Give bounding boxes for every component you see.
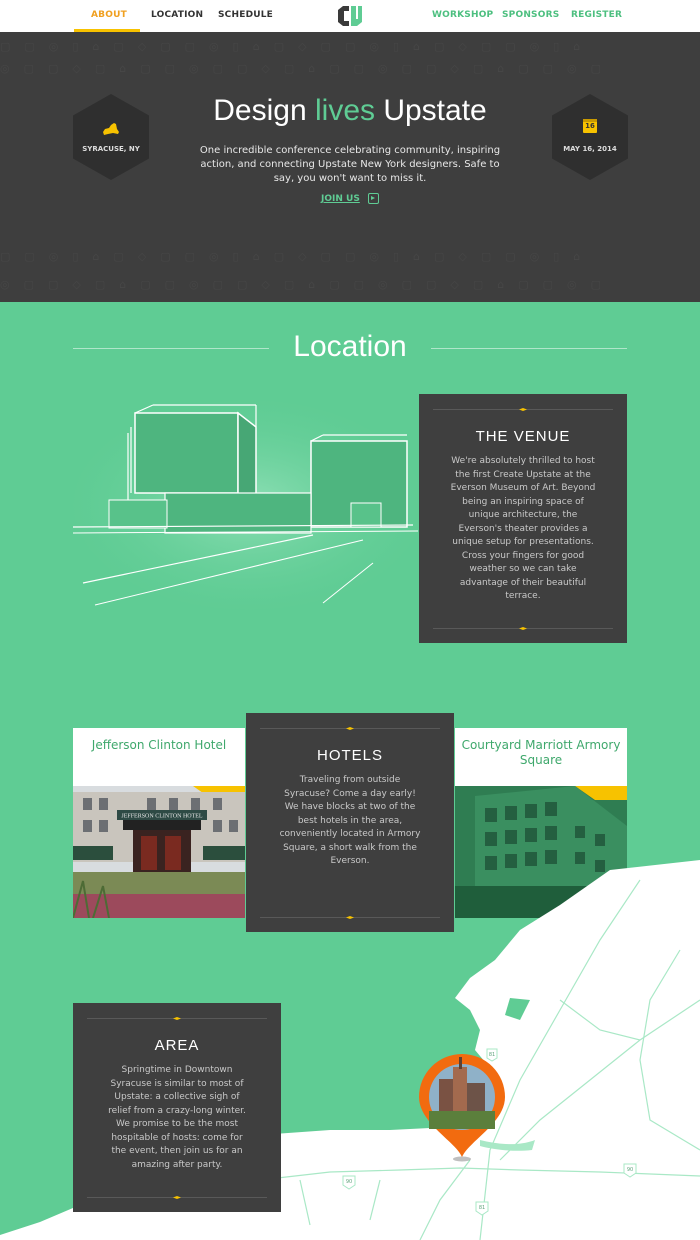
nav-sponsors[interactable]: SPONSORS <box>502 10 559 20</box>
venue-card: THE VENUE We're absolutely thrilled to h… <box>419 394 627 643</box>
area-body: Springtime in Downtown Syracuse is simil… <box>108 1065 246 1170</box>
location-title: Location <box>293 330 407 363</box>
location-badge-text: SYRACUSE, NY <box>82 145 140 153</box>
museum-illustration <box>73 400 418 610</box>
hero-section: ▢▢◎▯⌂▢◇▢▢◎▯⌂▢◇▢▢◎▯⌂▢◇▢▢◎▯⌂ ◎▢▢◇▢⌂▢▢◎▢▢◇▢… <box>0 32 700 302</box>
join-us-link[interactable]: JOIN US <box>321 194 360 204</box>
hero-title: Design lives Upstate <box>0 94 700 128</box>
area-title: AREA <box>154 1037 200 1054</box>
hero-title-post: Upstate <box>375 94 487 127</box>
pattern-row: ◎▢▢◇▢⌂▢▢◎▢▢◇▢⌂▢▢◎▢▢◇▢⌂▢▢◎▢ <box>0 278 616 291</box>
hotel-sign: JEFFERSON CLINTON HOTEL <box>121 814 203 820</box>
hero-subtitle: One incredible conference celebrating co… <box>199 145 501 184</box>
map-shield-label: 81 <box>479 1205 485 1211</box>
hotels-card: HOTELS Traveling from outside Syracuse? … <box>246 713 454 932</box>
hotels-title: HOTELS <box>316 747 383 764</box>
nav-register[interactable]: REGISTER <box>571 10 622 20</box>
nav-workshop[interactable]: WORKSHOP <box>432 10 493 20</box>
title-rule-right <box>431 348 627 349</box>
hero-title-accent: lives <box>314 94 375 127</box>
date-badge-text: MAY 16, 2014 <box>563 145 617 153</box>
hotel-name: Jefferson Clinton Hotel <box>91 738 227 752</box>
map-pin-icon[interactable] <box>417 1053 507 1163</box>
pattern-row: ▢▢◎▯⌂▢◇▢▢◎▯⌂▢◇▢▢◎▯⌂▢◇▢▢◎▯⌂ <box>0 250 595 263</box>
pattern-row: ▢▢◎▯⌂▢◇▢▢◎▯⌂▢◇▢▢◎▯⌂▢◇▢▢◎▯⌂ <box>0 40 595 53</box>
hotels-body: Traveling from outside Syracuse? Come a … <box>279 775 421 866</box>
nav-active-underline <box>74 29 140 32</box>
nav-schedule[interactable]: SCHEDULE <box>218 10 273 20</box>
area-card: AREA Springtime in Downtown Syracuse is … <box>73 1003 281 1212</box>
venue-body: We're absolutely thrilled to host the fi… <box>450 456 596 601</box>
venue-title: THE VENUE <box>475 428 571 445</box>
pattern-row: ◎▢▢◇▢⌂▢▢◎▢▢◇▢⌂▢▢◎▢▢◇▢⌂▢▢◎▢ <box>0 62 616 75</box>
nav-about[interactable]: ABOUT <box>91 10 127 20</box>
map-shield-label: 90 <box>346 1179 352 1185</box>
arrow-right-icon[interactable] <box>368 193 379 204</box>
hotel-name: Courtyard Marriott Armory Square <box>461 738 621 767</box>
nav-location[interactable]: LOCATION <box>151 10 203 20</box>
create-upstate-logo[interactable] <box>337 4 363 28</box>
map-shield-label: 90 <box>627 1167 633 1173</box>
hero-title-pre: Design <box>213 94 315 127</box>
top-nav: ABOUT LOCATION SCHEDULE WORKSHOP SPONSOR… <box>0 0 700 32</box>
